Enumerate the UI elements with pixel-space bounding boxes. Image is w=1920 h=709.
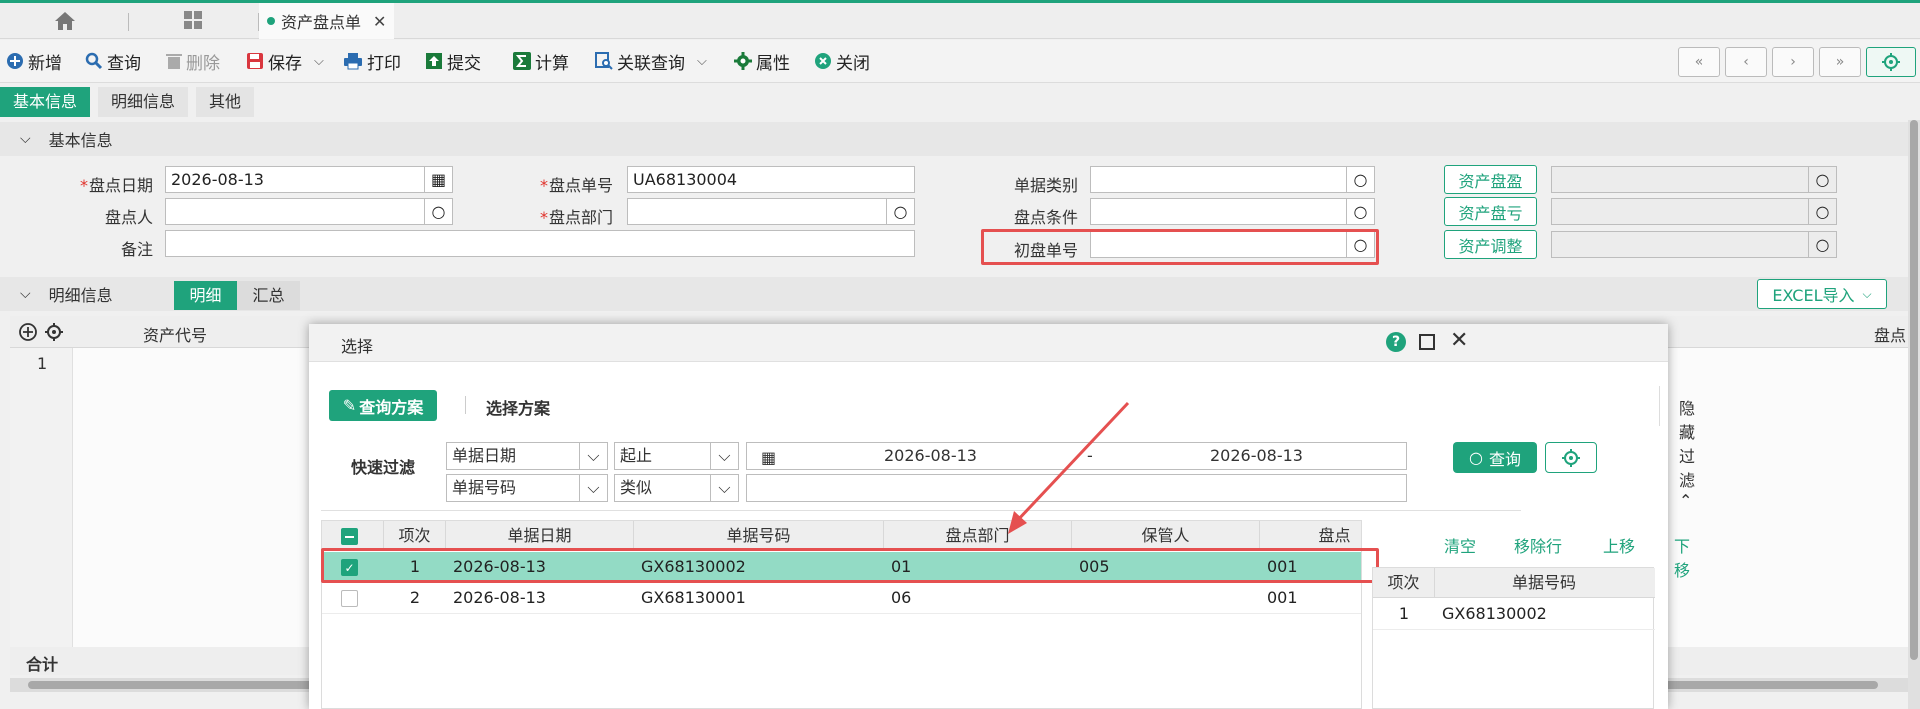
annotation-arrow (1008, 401, 1130, 534)
